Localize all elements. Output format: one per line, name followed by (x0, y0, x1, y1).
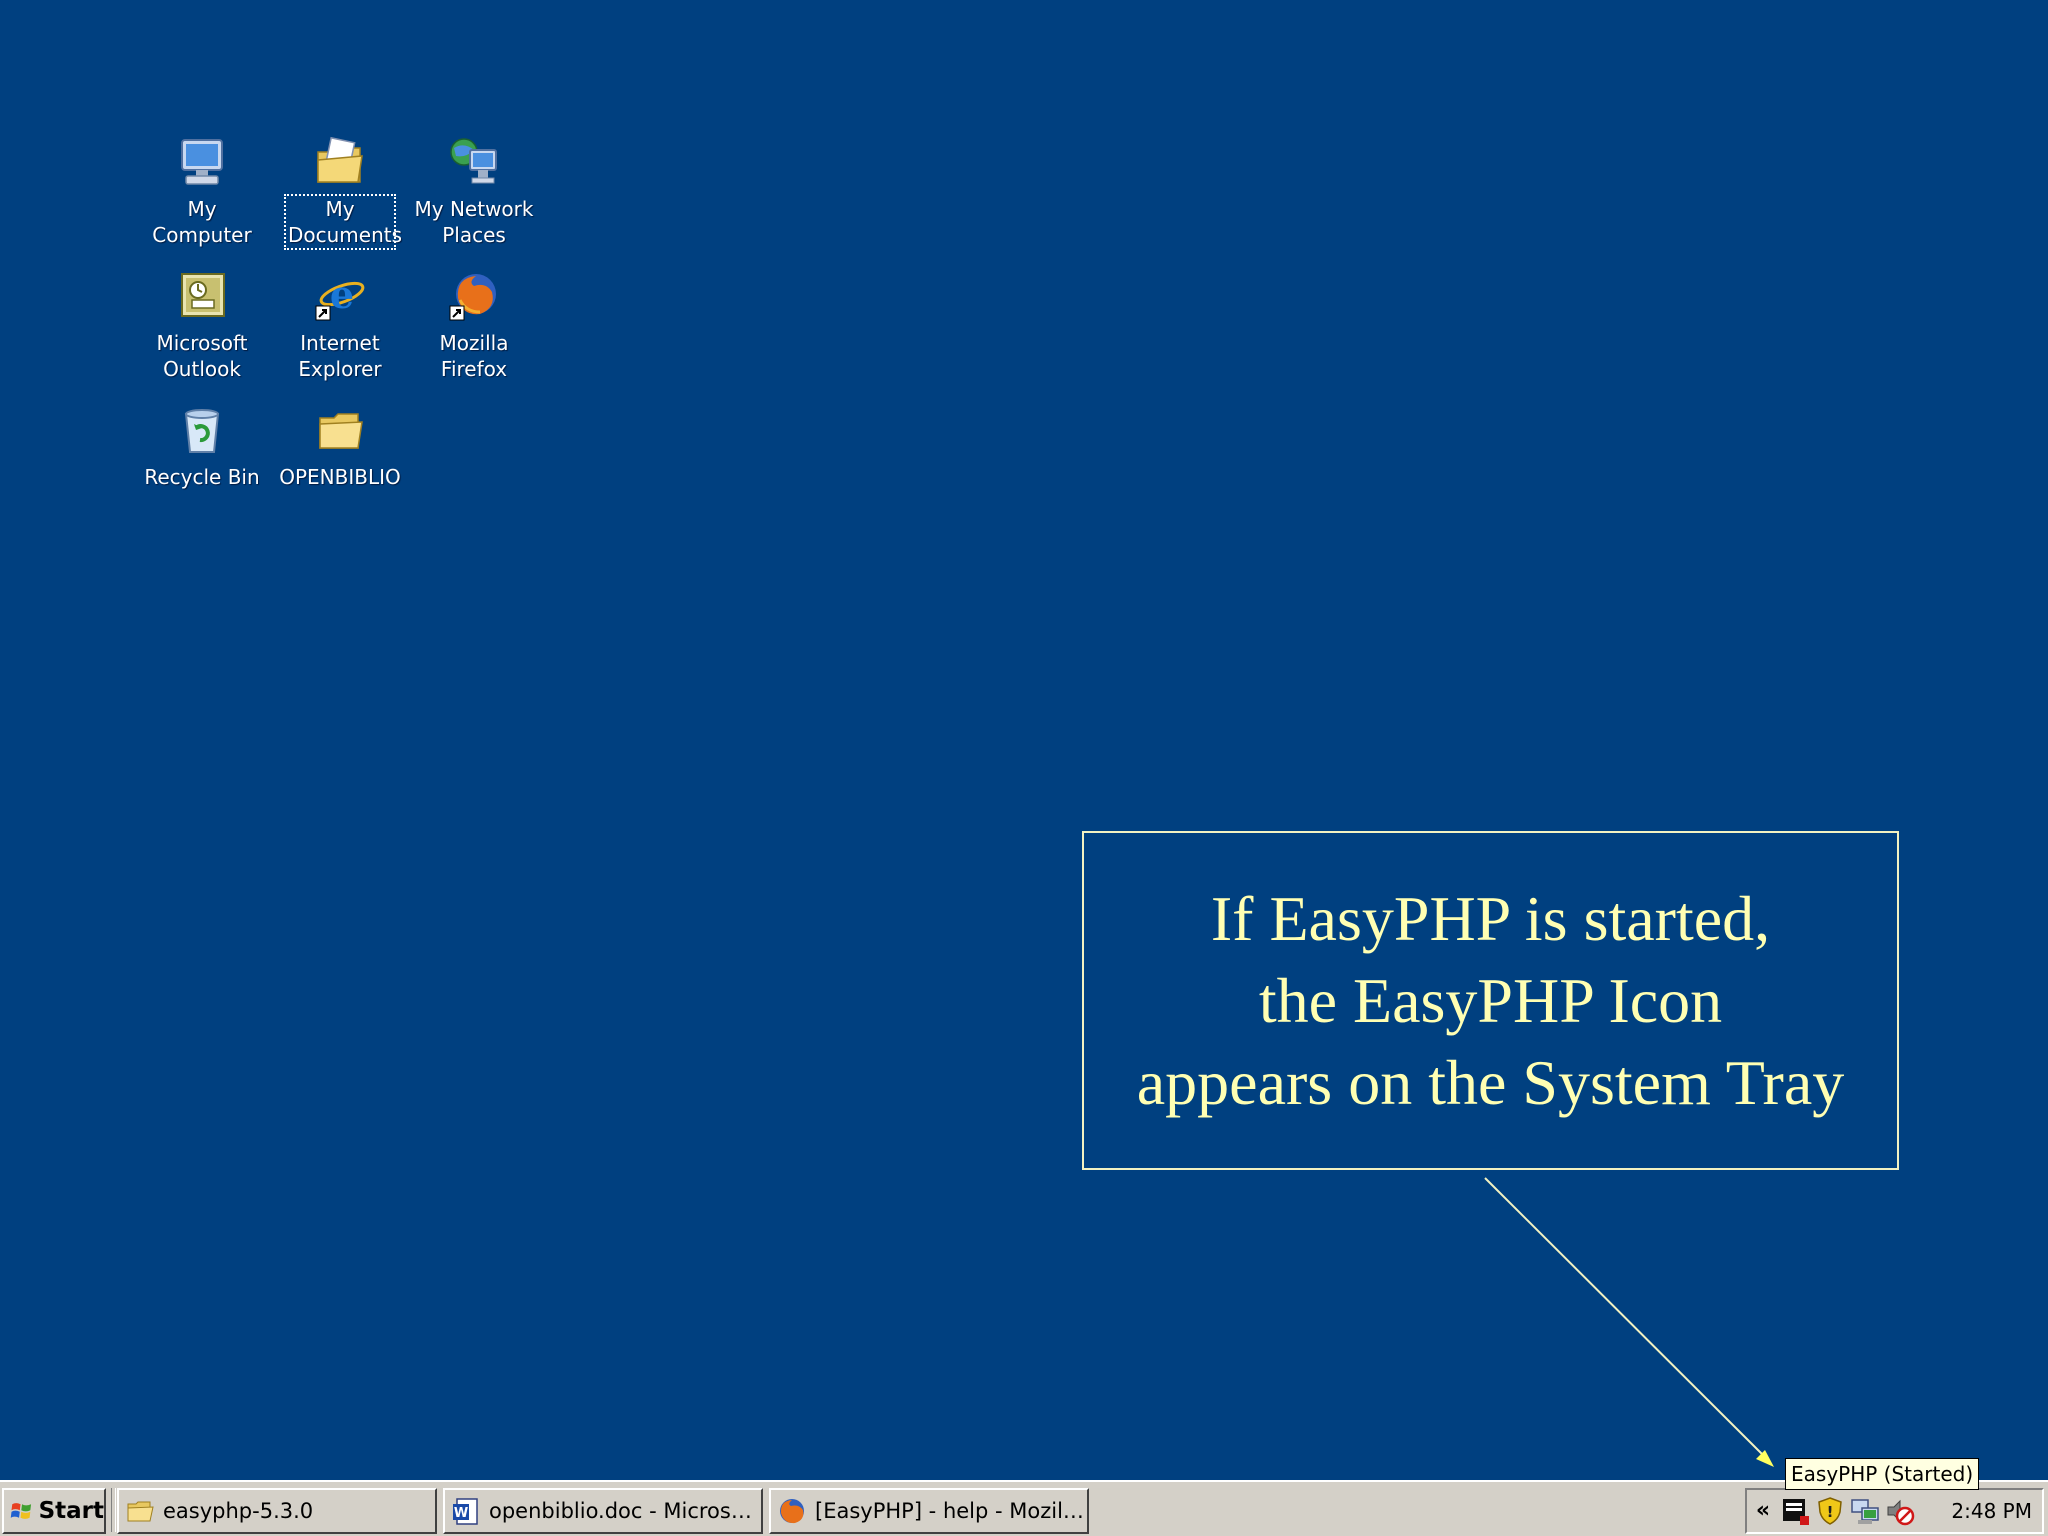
desktop-icon-recycle-bin[interactable]: Recycle Bin (134, 402, 270, 490)
desktop-icon-my-network-places[interactable]: My Network Places (406, 134, 542, 248)
start-button[interactable]: Start (2, 1488, 106, 1534)
my-network-places-icon (450, 138, 497, 184)
microsoft-outlook-icon (181, 273, 225, 317)
internet-explorer-icon: e (315, 272, 365, 321)
tray-expand-button[interactable]: « (1751, 1496, 1775, 1526)
mozilla-firefox-icon (449, 274, 496, 321)
callout-line: the EasyPHP Icon (1258, 964, 1723, 1036)
start-label: Start (38, 1498, 104, 1524)
firefox-icon (780, 1499, 804, 1524)
icon-label: Mozilla Firefox (439, 331, 509, 381)
easyphp-tray-icon[interactable] (1780, 1496, 1810, 1526)
icon-label: My Documents (284, 194, 403, 250)
svg-text:!: ! (1827, 1503, 1834, 1521)
taskbar-button-openbiblio-doc[interactable]: W openbiblio.doc - Microsof... (443, 1488, 763, 1534)
clock[interactable]: 2:48 PM (1951, 1499, 2032, 1523)
folder-icon (127, 1501, 154, 1522)
desktop-icon-my-computer[interactable]: My Computer (134, 134, 270, 248)
system-tray: « ! 2:48 PM (1745, 1488, 2044, 1534)
task-label: easyphp-5.3.0 (163, 1499, 314, 1523)
desktop: My Computer My Documents My Network Plac… (0, 0, 2048, 1480)
icon-label: OPENBIBLIO (279, 465, 401, 489)
desktop-icon-microsoft-outlook[interactable]: Microsoft Outlook (134, 268, 270, 382)
callout-box: If EasyPHP is started, the EasyPHP Icon … (1082, 831, 1899, 1170)
icon-label: My Computer (152, 197, 252, 247)
recycle-bin-icon (184, 409, 220, 453)
security-shield-icon[interactable]: ! (1815, 1496, 1845, 1526)
desktop-icon-mozilla-firefox[interactable]: Mozilla Firefox (406, 268, 542, 382)
callout-line: If EasyPHP is started, (1210, 882, 1771, 954)
folder-icon (319, 413, 363, 449)
taskbar: Start easyphp-5.3.0 W openbiblio.doc - M… (0, 1480, 2048, 1536)
svg-text:e: e (330, 272, 354, 317)
windows-logo-icon (10, 1503, 32, 1519)
taskbar-button-easyphp-help-firefox[interactable]: [EasyPHP] - help - Mozill... (769, 1488, 1089, 1534)
taskbar-separator (111, 1488, 116, 1532)
taskbar-button-easyphp-folder[interactable]: easyphp-5.3.0 (117, 1488, 437, 1534)
tray-tooltip: EasyPHP (Started) (1785, 1458, 1980, 1490)
icon-label: Internet Explorer (298, 331, 382, 381)
my-documents-icon (317, 136, 363, 183)
desktop-icon-my-documents[interactable]: My Documents (272, 134, 408, 250)
callout-line: appears on the System Tray (1136, 1046, 1845, 1118)
svg-text:W: W (454, 1506, 468, 1521)
task-label: openbiblio.doc - Microsof... (489, 1499, 761, 1523)
my-computer-icon (181, 139, 223, 185)
icon-label: Microsoft Outlook (156, 331, 248, 381)
icon-label: My Network Places (414, 197, 534, 247)
sound-muted-icon[interactable] (1885, 1496, 1915, 1526)
word-document-icon: W (453, 1498, 478, 1525)
desktop-icon-internet-explorer[interactable]: e Internet Explorer (272, 268, 408, 382)
task-label: [EasyPHP] - help - Mozill... (815, 1499, 1087, 1523)
icon-label: Recycle Bin (144, 465, 260, 489)
desktop-icon-openbiblio[interactable]: OPENBIBLIO (272, 402, 408, 490)
network-icon[interactable] (1850, 1496, 1880, 1526)
